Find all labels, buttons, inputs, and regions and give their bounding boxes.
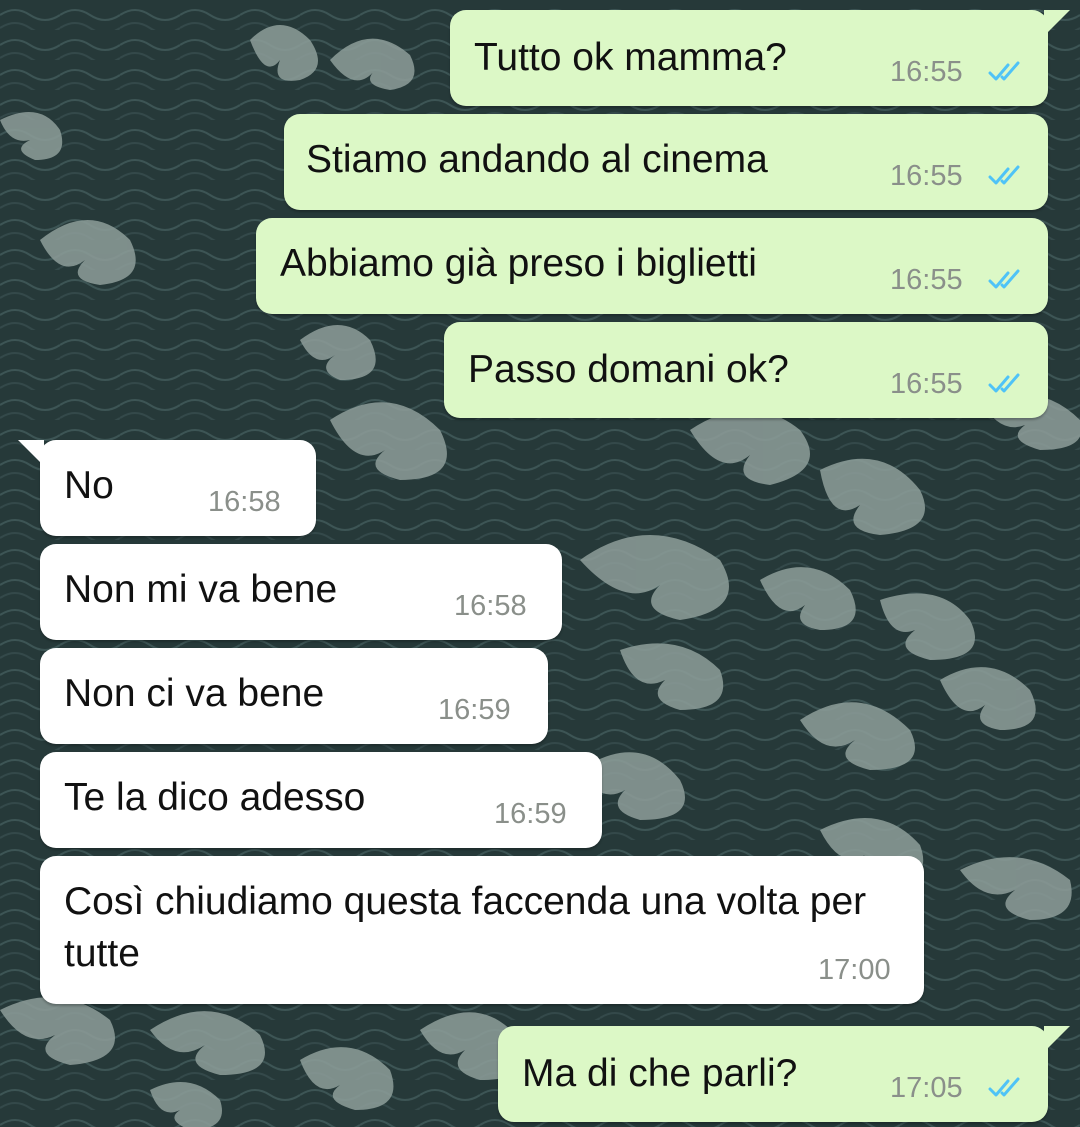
read-double-check-icon	[988, 373, 1020, 393]
message-text: Così chiudiamo questa faccenda una volta…	[64, 880, 867, 975]
read-double-check-icon	[988, 269, 1020, 289]
message-text: Non mi va bene	[64, 568, 338, 611]
read-double-check-icon	[988, 61, 1020, 81]
message-text: Stiamo andando al cinema	[306, 138, 768, 181]
message-text: No	[64, 464, 114, 507]
message-timestamp: 16:58	[208, 486, 281, 518]
bubble-tail	[1044, 10, 1070, 36]
message-text: Ma di che parli?	[522, 1052, 798, 1095]
message-bubble-incoming[interactable]: Così chiudiamo questa faccenda una volta…	[40, 856, 924, 1004]
message-bubble-outgoing[interactable]: Stiamo andando al cinema 16:55	[284, 114, 1048, 210]
message-bubble-incoming[interactable]: No 16:58	[18, 440, 316, 536]
bubble-tail	[18, 440, 44, 466]
message-timestamp: 16:55	[890, 264, 963, 296]
message-timestamp: 17:00	[818, 954, 891, 986]
message-timestamp: 16:59	[494, 798, 567, 830]
message-timestamp: 16:58	[454, 590, 527, 622]
bubble-tail	[1044, 1026, 1070, 1052]
message-timestamp: 16:59	[438, 694, 511, 726]
message-timestamp: 16:55	[890, 160, 963, 192]
message-text: Non ci va bene	[64, 672, 325, 715]
message-bubble-outgoing[interactable]: Passo domani ok? 16:55	[444, 322, 1048, 418]
message-timestamp: 16:55	[890, 368, 963, 400]
message-bubble-incoming[interactable]: Te la dico adesso 16:59	[40, 752, 602, 848]
read-double-check-icon	[988, 1077, 1020, 1097]
message-timestamp: 17:05	[890, 1072, 963, 1104]
message-text: Tutto ok mamma?	[474, 36, 787, 79]
message-bubble-incoming[interactable]: Non ci va bene 16:59	[40, 648, 548, 744]
chat-conversation: Tutto ok mamma? 16:55 Stiamo andando al …	[0, 0, 1080, 1127]
message-text: Te la dico adesso	[64, 776, 366, 819]
message-text: Abbiamo già preso i biglietti	[280, 242, 757, 285]
read-double-check-icon	[988, 165, 1020, 185]
message-text: Passo domani ok?	[468, 348, 789, 391]
message-bubble-outgoing[interactable]: Tutto ok mamma? 16:55	[450, 10, 1070, 106]
message-bubble-outgoing[interactable]: Ma di che parli? 17:05	[498, 1026, 1070, 1122]
message-bubble-incoming[interactable]: Non mi va bene 16:58	[40, 544, 562, 640]
message-timestamp: 16:55	[890, 56, 963, 88]
message-bubble-outgoing[interactable]: Abbiamo già preso i biglietti 16:55	[256, 218, 1048, 314]
